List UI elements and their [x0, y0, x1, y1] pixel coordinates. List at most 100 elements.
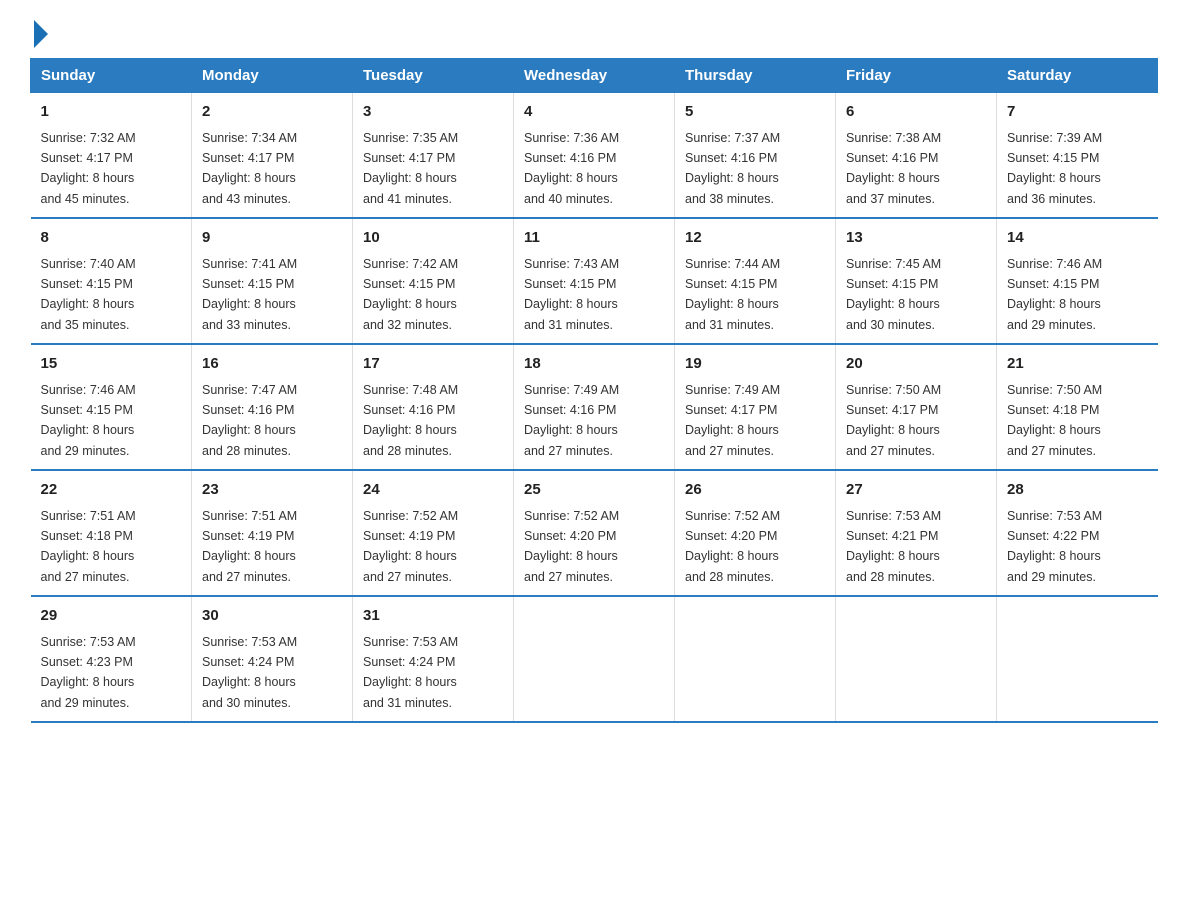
calendar-cell: 9 Sunrise: 7:41 AMSunset: 4:15 PMDayligh… — [192, 218, 353, 344]
calendar-cell — [836, 596, 997, 722]
calendar-header-friday: Friday — [836, 59, 997, 93]
calendar-cell: 3 Sunrise: 7:35 AMSunset: 4:17 PMDayligh… — [353, 93, 514, 219]
calendar-cell: 17 Sunrise: 7:48 AMSunset: 4:16 PMDaylig… — [353, 344, 514, 470]
calendar-header-tuesday: Tuesday — [353, 59, 514, 93]
day-number: 9 — [202, 227, 342, 250]
day-number: 1 — [41, 101, 182, 124]
day-number: 5 — [685, 101, 825, 124]
calendar-cell: 24 Sunrise: 7:52 AMSunset: 4:19 PMDaylig… — [353, 470, 514, 596]
day-info: Sunrise: 7:51 AMSunset: 4:18 PMDaylight:… — [41, 509, 136, 584]
day-number: 25 — [524, 479, 664, 502]
day-number: 6 — [846, 101, 986, 124]
calendar-week-4: 22 Sunrise: 7:51 AMSunset: 4:18 PMDaylig… — [31, 470, 1158, 596]
calendar-cell: 1 Sunrise: 7:32 AMSunset: 4:17 PMDayligh… — [31, 93, 192, 219]
day-info: Sunrise: 7:43 AMSunset: 4:15 PMDaylight:… — [524, 257, 619, 332]
day-number: 22 — [41, 479, 182, 502]
day-info: Sunrise: 7:41 AMSunset: 4:15 PMDaylight:… — [202, 257, 297, 332]
calendar-header: SundayMondayTuesdayWednesdayThursdayFrid… — [31, 59, 1158, 93]
calendar-cell: 31 Sunrise: 7:53 AMSunset: 4:24 PMDaylig… — [353, 596, 514, 722]
day-number: 13 — [846, 227, 986, 250]
calendar-cell: 23 Sunrise: 7:51 AMSunset: 4:19 PMDaylig… — [192, 470, 353, 596]
day-info: Sunrise: 7:42 AMSunset: 4:15 PMDaylight:… — [363, 257, 458, 332]
calendar-cell — [514, 596, 675, 722]
calendar-cell: 2 Sunrise: 7:34 AMSunset: 4:17 PMDayligh… — [192, 93, 353, 219]
day-number: 15 — [41, 353, 182, 376]
day-info: Sunrise: 7:53 AMSunset: 4:22 PMDaylight:… — [1007, 509, 1102, 584]
calendar-cell: 11 Sunrise: 7:43 AMSunset: 4:15 PMDaylig… — [514, 218, 675, 344]
calendar-cell: 19 Sunrise: 7:49 AMSunset: 4:17 PMDaylig… — [675, 344, 836, 470]
day-info: Sunrise: 7:50 AMSunset: 4:18 PMDaylight:… — [1007, 383, 1102, 458]
day-number: 18 — [524, 353, 664, 376]
calendar-cell: 8 Sunrise: 7:40 AMSunset: 4:15 PMDayligh… — [31, 218, 192, 344]
calendar-cell: 10 Sunrise: 7:42 AMSunset: 4:15 PMDaylig… — [353, 218, 514, 344]
page-header — [30, 20, 1158, 48]
day-number: 23 — [202, 479, 342, 502]
calendar-header-row: SundayMondayTuesdayWednesdayThursdayFrid… — [31, 59, 1158, 93]
day-info: Sunrise: 7:52 AMSunset: 4:19 PMDaylight:… — [363, 509, 458, 584]
day-number: 29 — [41, 605, 182, 628]
calendar-week-5: 29 Sunrise: 7:53 AMSunset: 4:23 PMDaylig… — [31, 596, 1158, 722]
day-info: Sunrise: 7:46 AMSunset: 4:15 PMDaylight:… — [41, 383, 136, 458]
calendar-header-wednesday: Wednesday — [514, 59, 675, 93]
calendar-cell: 4 Sunrise: 7:36 AMSunset: 4:16 PMDayligh… — [514, 93, 675, 219]
calendar-cell: 26 Sunrise: 7:52 AMSunset: 4:20 PMDaylig… — [675, 470, 836, 596]
calendar-week-2: 8 Sunrise: 7:40 AMSunset: 4:15 PMDayligh… — [31, 218, 1158, 344]
calendar-week-1: 1 Sunrise: 7:32 AMSunset: 4:17 PMDayligh… — [31, 93, 1158, 219]
day-number: 11 — [524, 227, 664, 250]
day-number: 7 — [1007, 101, 1148, 124]
calendar-body: 1 Sunrise: 7:32 AMSunset: 4:17 PMDayligh… — [31, 93, 1158, 723]
calendar-cell: 7 Sunrise: 7:39 AMSunset: 4:15 PMDayligh… — [997, 93, 1158, 219]
day-number: 3 — [363, 101, 503, 124]
calendar-cell: 14 Sunrise: 7:46 AMSunset: 4:15 PMDaylig… — [997, 218, 1158, 344]
day-info: Sunrise: 7:35 AMSunset: 4:17 PMDaylight:… — [363, 131, 458, 206]
day-info: Sunrise: 7:48 AMSunset: 4:16 PMDaylight:… — [363, 383, 458, 458]
day-info: Sunrise: 7:49 AMSunset: 4:16 PMDaylight:… — [524, 383, 619, 458]
day-info: Sunrise: 7:47 AMSunset: 4:16 PMDaylight:… — [202, 383, 297, 458]
calendar-cell: 6 Sunrise: 7:38 AMSunset: 4:16 PMDayligh… — [836, 93, 997, 219]
calendar-cell: 21 Sunrise: 7:50 AMSunset: 4:18 PMDaylig… — [997, 344, 1158, 470]
day-number: 10 — [363, 227, 503, 250]
day-number: 12 — [685, 227, 825, 250]
calendar-cell — [997, 596, 1158, 722]
calendar-cell: 12 Sunrise: 7:44 AMSunset: 4:15 PMDaylig… — [675, 218, 836, 344]
day-info: Sunrise: 7:40 AMSunset: 4:15 PMDaylight:… — [41, 257, 136, 332]
day-number: 8 — [41, 227, 182, 250]
day-number: 19 — [685, 353, 825, 376]
day-info: Sunrise: 7:53 AMSunset: 4:21 PMDaylight:… — [846, 509, 941, 584]
day-info: Sunrise: 7:37 AMSunset: 4:16 PMDaylight:… — [685, 131, 780, 206]
day-number: 14 — [1007, 227, 1148, 250]
calendar-cell: 20 Sunrise: 7:50 AMSunset: 4:17 PMDaylig… — [836, 344, 997, 470]
calendar-header-sunday: Sunday — [31, 59, 192, 93]
day-number: 27 — [846, 479, 986, 502]
day-number: 24 — [363, 479, 503, 502]
day-info: Sunrise: 7:52 AMSunset: 4:20 PMDaylight:… — [685, 509, 780, 584]
day-info: Sunrise: 7:46 AMSunset: 4:15 PMDaylight:… — [1007, 257, 1102, 332]
day-info: Sunrise: 7:53 AMSunset: 4:23 PMDaylight:… — [41, 635, 136, 710]
calendar-cell — [675, 596, 836, 722]
logo-triangle-icon — [34, 20, 48, 48]
calendar-header-monday: Monday — [192, 59, 353, 93]
calendar-cell: 30 Sunrise: 7:53 AMSunset: 4:24 PMDaylig… — [192, 596, 353, 722]
calendar-cell: 13 Sunrise: 7:45 AMSunset: 4:15 PMDaylig… — [836, 218, 997, 344]
day-info: Sunrise: 7:51 AMSunset: 4:19 PMDaylight:… — [202, 509, 297, 584]
day-info: Sunrise: 7:39 AMSunset: 4:15 PMDaylight:… — [1007, 131, 1102, 206]
calendar-cell: 15 Sunrise: 7:46 AMSunset: 4:15 PMDaylig… — [31, 344, 192, 470]
day-number: 20 — [846, 353, 986, 376]
day-number: 26 — [685, 479, 825, 502]
day-number: 31 — [363, 605, 503, 628]
calendar-cell: 22 Sunrise: 7:51 AMSunset: 4:18 PMDaylig… — [31, 470, 192, 596]
day-info: Sunrise: 7:50 AMSunset: 4:17 PMDaylight:… — [846, 383, 941, 458]
day-info: Sunrise: 7:53 AMSunset: 4:24 PMDaylight:… — [363, 635, 458, 710]
day-number: 28 — [1007, 479, 1148, 502]
calendar-cell: 25 Sunrise: 7:52 AMSunset: 4:20 PMDaylig… — [514, 470, 675, 596]
day-number: 4 — [524, 101, 664, 124]
day-info: Sunrise: 7:44 AMSunset: 4:15 PMDaylight:… — [685, 257, 780, 332]
logo — [30, 20, 48, 48]
day-info: Sunrise: 7:53 AMSunset: 4:24 PMDaylight:… — [202, 635, 297, 710]
day-number: 30 — [202, 605, 342, 628]
calendar-cell: 27 Sunrise: 7:53 AMSunset: 4:21 PMDaylig… — [836, 470, 997, 596]
day-info: Sunrise: 7:52 AMSunset: 4:20 PMDaylight:… — [524, 509, 619, 584]
day-info: Sunrise: 7:45 AMSunset: 4:15 PMDaylight:… — [846, 257, 941, 332]
day-info: Sunrise: 7:36 AMSunset: 4:16 PMDaylight:… — [524, 131, 619, 206]
calendar-week-3: 15 Sunrise: 7:46 AMSunset: 4:15 PMDaylig… — [31, 344, 1158, 470]
